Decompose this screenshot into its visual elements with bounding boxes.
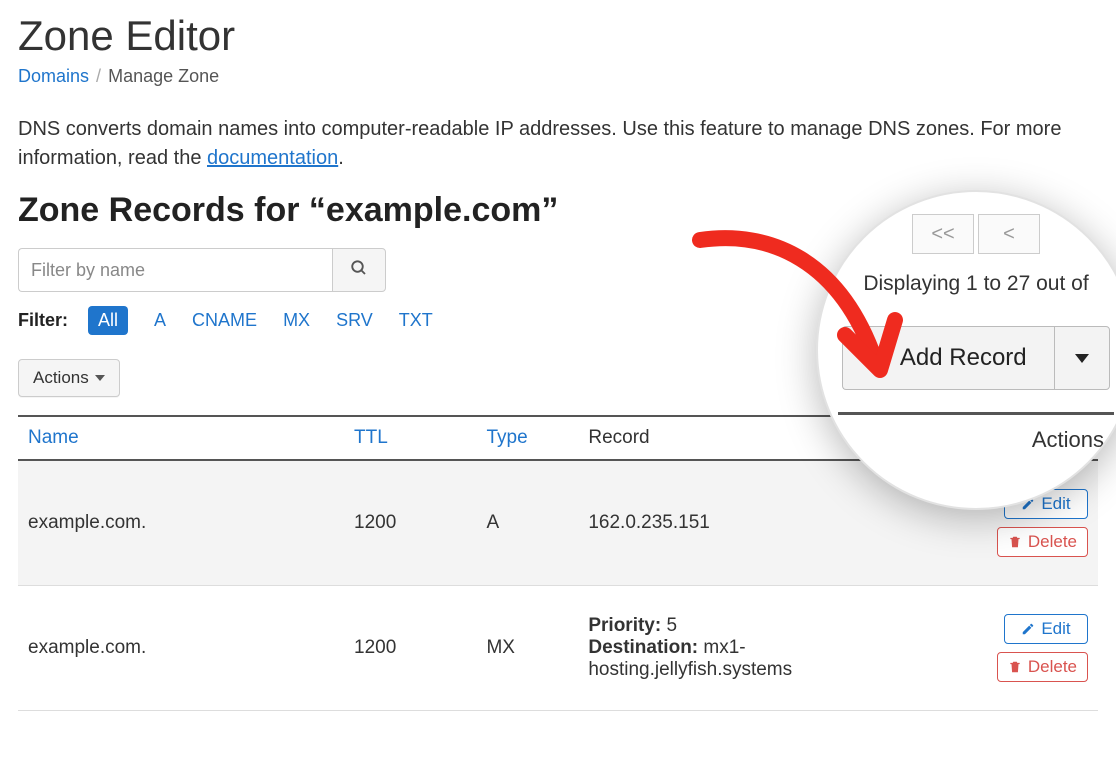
col-type[interactable]: Type (476, 416, 578, 460)
breadcrumb: Domains / Manage Zone (18, 66, 1098, 87)
filter-tabs: Filter: All A CNAME MX SRV TXT (18, 306, 1098, 335)
cell-name: example.com. (18, 460, 344, 586)
pencil-icon (1021, 497, 1035, 511)
desc-suffix: . (338, 147, 344, 169)
destination-label: Destination: (588, 637, 698, 658)
delete-button[interactable]: Delete (997, 652, 1088, 682)
col-ttl[interactable]: TTL (344, 416, 476, 460)
breadcrumb-separator: / (96, 66, 101, 86)
cell-type: MX (476, 586, 578, 711)
edit-label: Edit (1041, 494, 1070, 514)
priority-value: 5 (666, 615, 677, 636)
trash-icon (1008, 535, 1022, 549)
filter-tab-cname[interactable]: CNAME (192, 310, 257, 331)
edit-button[interactable]: Edit (1004, 614, 1088, 644)
cell-ttl: 1200 (344, 460, 476, 586)
filter-tab-srv[interactable]: SRV (336, 310, 373, 331)
breadcrumb-link-domains[interactable]: Domains (18, 66, 89, 86)
pencil-icon (1021, 622, 1035, 636)
save-icon (928, 370, 944, 386)
trash-icon (1008, 660, 1022, 674)
filter-by-name-input[interactable] (18, 248, 332, 292)
filter-tab-mx[interactable]: MX (283, 310, 310, 331)
edit-button[interactable]: Edit (1004, 489, 1088, 519)
search-button[interactable] (332, 248, 386, 292)
delete-label: Delete (1028, 657, 1077, 677)
actions-dropdown-button[interactable]: Actions (18, 359, 120, 397)
breadcrumb-current: Manage Zone (108, 66, 219, 86)
filter-tab-txt[interactable]: TXT (399, 310, 433, 331)
col-actions: Actions (955, 416, 1098, 460)
table-row: example.com. 1200 MX Priority: 5 Destina… (18, 586, 1098, 711)
table-row: example.com. 1200 A 162.0.235.151 Edit D… (18, 460, 1098, 586)
cell-ttl: 1200 (344, 586, 476, 711)
cell-type: A (476, 460, 578, 586)
cell-record: 162.0.235.151 (578, 460, 955, 586)
page-title: Zone Editor (18, 12, 1098, 60)
save-label: Save All Records (952, 368, 1081, 388)
records-table: Name TTL Type Record Actions example.com… (18, 415, 1098, 711)
delete-button[interactable]: Delete (997, 527, 1088, 557)
col-record: Record (578, 416, 955, 460)
delete-label: Delete (1028, 532, 1077, 552)
filter-tab-all[interactable]: All (88, 306, 128, 335)
documentation-link[interactable]: documentation (207, 147, 338, 169)
page-description: DNS converts domain names into computer-… (18, 115, 1098, 173)
search-icon (350, 259, 368, 282)
cell-record: Priority: 5 Destination: mx1-hosting.jel… (578, 586, 955, 711)
save-all-records-button[interactable]: Save All Records (915, 357, 1098, 399)
actions-label: Actions (33, 368, 89, 388)
col-name[interactable]: Name (18, 416, 344, 460)
cell-name: example.com. (18, 586, 344, 711)
caret-down-icon (95, 375, 105, 381)
filter-label: Filter: (18, 310, 68, 331)
desc-text: DNS converts domain names into computer-… (18, 118, 1061, 169)
priority-label: Priority: (588, 615, 661, 636)
filter-tab-a[interactable]: A (154, 310, 166, 331)
section-title: Zone Records for “example.com” (18, 191, 1098, 230)
edit-label: Edit (1041, 619, 1070, 639)
